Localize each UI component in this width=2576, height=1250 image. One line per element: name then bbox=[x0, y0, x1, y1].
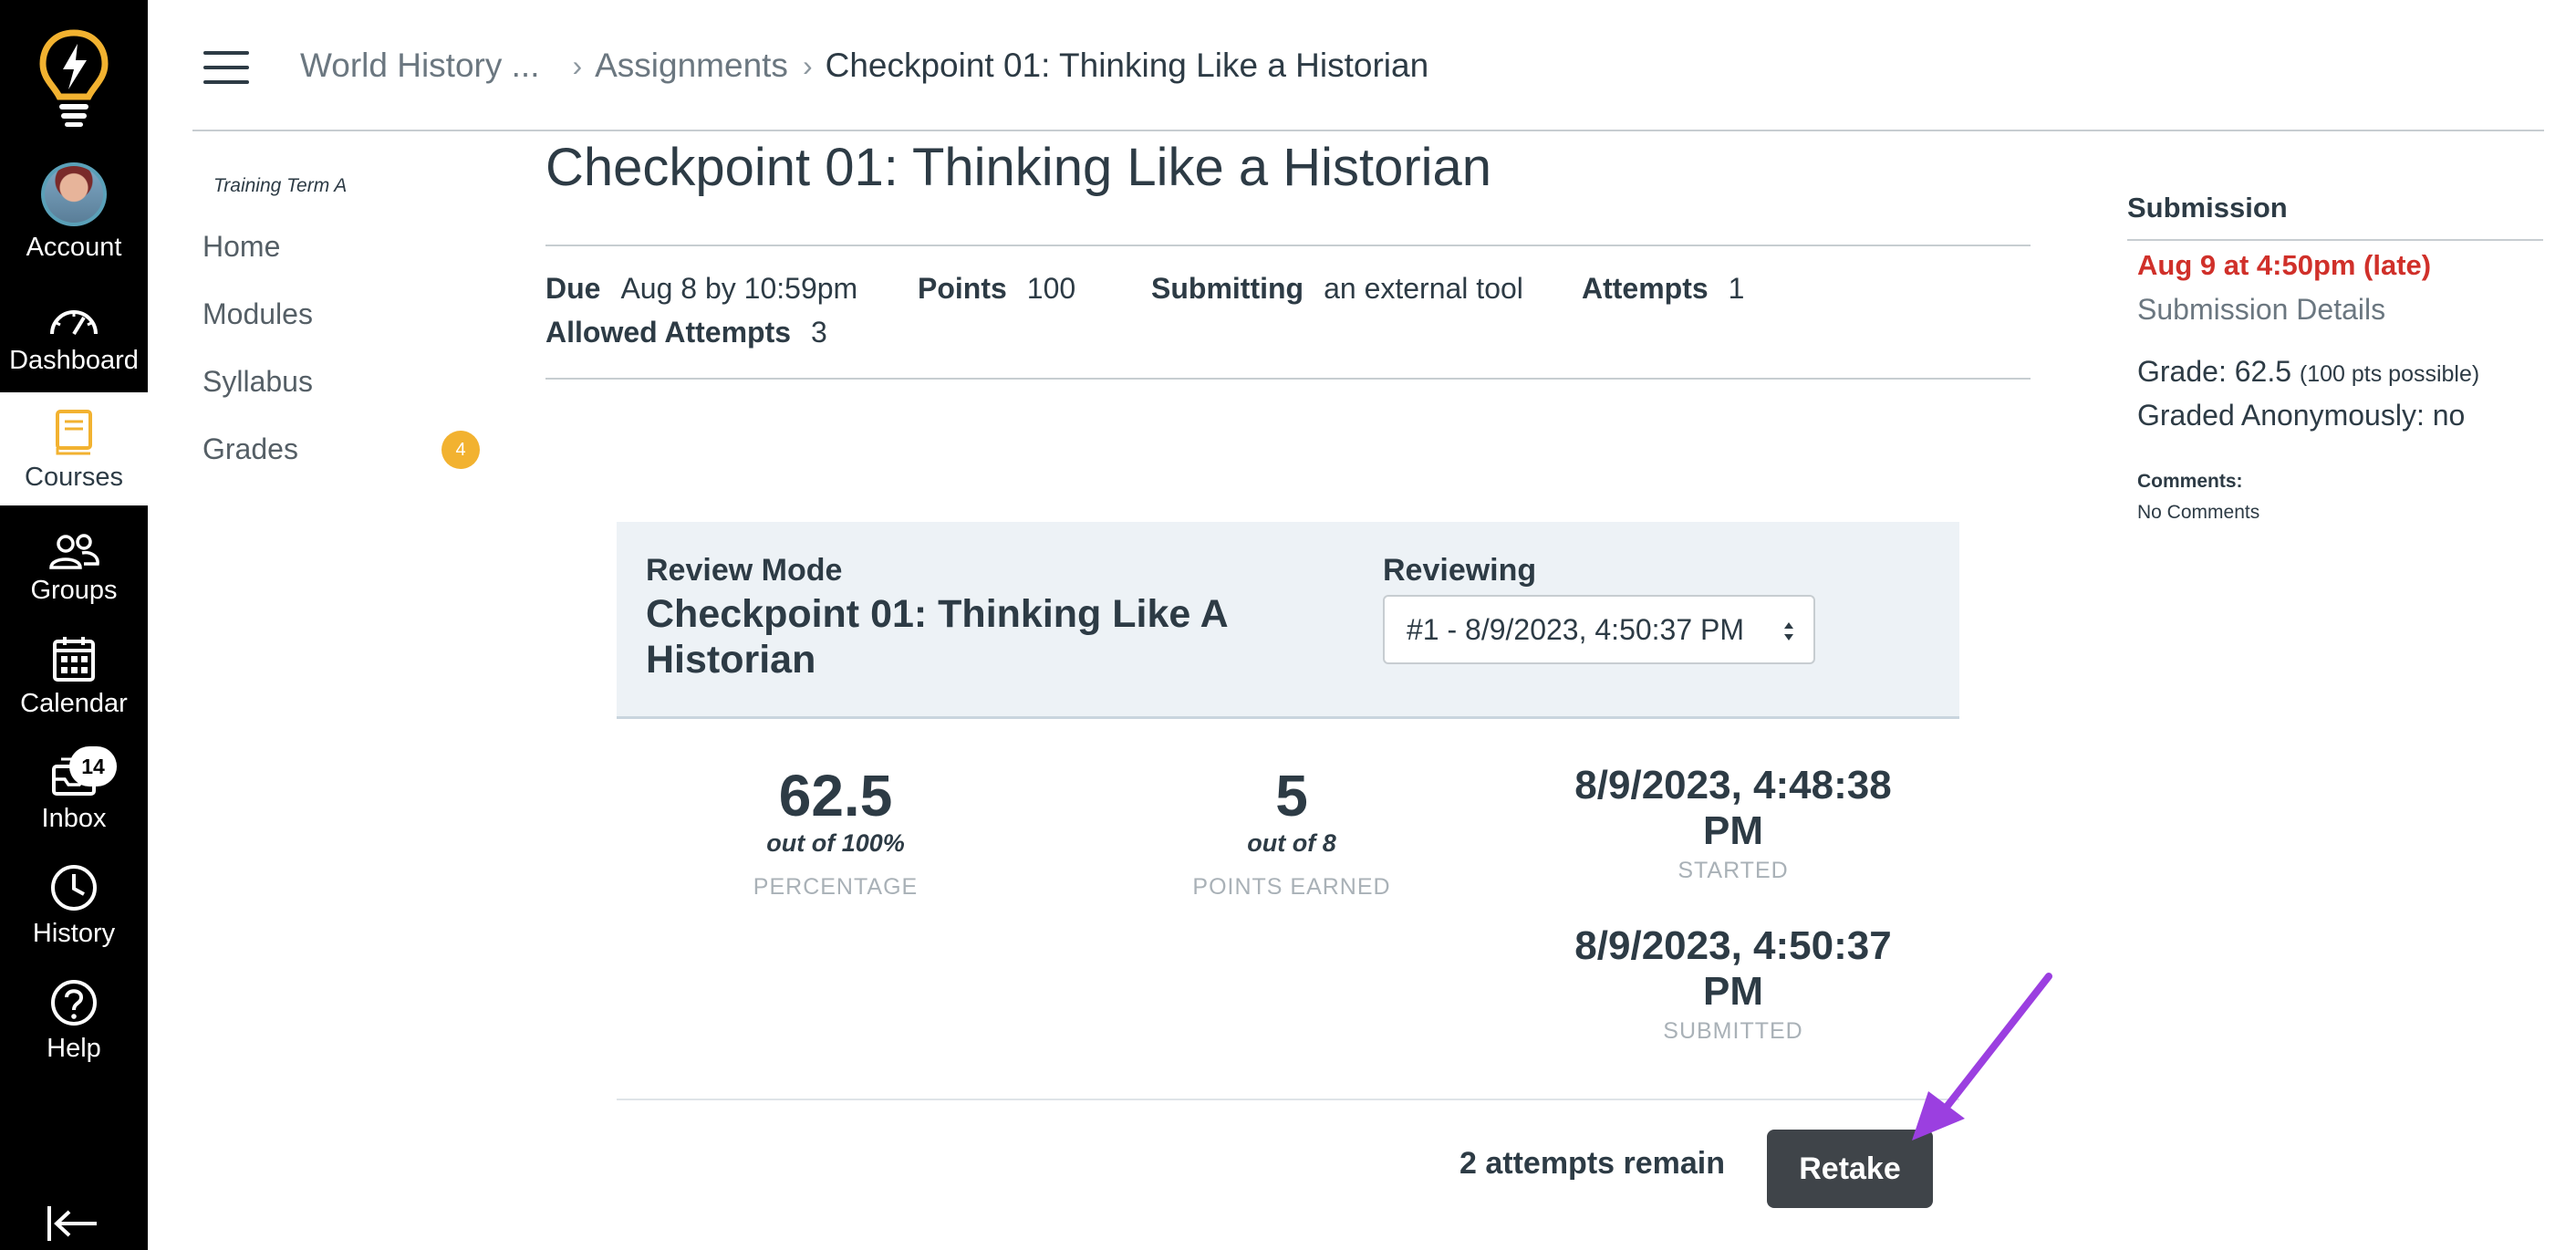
course-nav: Training Term A Home Modules Syllabus Gr… bbox=[203, 173, 494, 496]
history-icon bbox=[51, 865, 97, 911]
chevron-right-icon: › bbox=[572, 49, 583, 82]
nav-groups-label: Groups bbox=[30, 576, 118, 605]
points-label: Points bbox=[918, 272, 1007, 305]
nav-inbox[interactable]: Inbox bbox=[0, 734, 148, 847]
points-earned-sub: out of 8 bbox=[1247, 829, 1336, 857]
submitted-time-line1: 8/9/2023, 4:50:37 bbox=[1574, 923, 1892, 968]
allowed-attempts-label: Allowed Attempts bbox=[545, 316, 792, 349]
attempt-select-value: #1 - 8/9/2023, 4:50:37 PM bbox=[1407, 612, 1745, 646]
page-header: World History ... › Assignments › Checkp… bbox=[192, 0, 2544, 131]
card-footer-divider bbox=[617, 1099, 1959, 1100]
breadcrumb-course[interactable]: World History ... bbox=[300, 42, 539, 89]
comments-label: Comments: bbox=[2137, 471, 2243, 492]
course-nav-modules[interactable]: Modules bbox=[203, 294, 494, 361]
nav-groups[interactable]: Groups bbox=[0, 505, 148, 619]
calendar-icon bbox=[53, 637, 95, 682]
review-mode-label: Review Mode bbox=[646, 553, 843, 588]
due-row: Due Aug 8 by 10:59pm bbox=[545, 268, 857, 308]
nav-account[interactable]: Account bbox=[0, 162, 148, 276]
submitting-label: Submitting bbox=[1151, 272, 1304, 305]
page-title: Checkpoint 01: Thinking Like a Historian bbox=[545, 138, 1492, 197]
global-nav: Account Dashboard Courses Groups Calenda… bbox=[0, 0, 148, 1250]
submitted-stat: 8/9/2023, 4:50:37 PM SUBMITTED bbox=[1542, 923, 1925, 1045]
nav-calendar[interactable]: Calendar bbox=[0, 619, 148, 732]
due-value: Aug 8 by 10:59pm bbox=[620, 272, 858, 305]
points-earned-caption: POINTS EARNED bbox=[1192, 874, 1391, 900]
assignment-details: Due Aug 8 by 10:59pm Points 100 Submitting… bbox=[545, 245, 2031, 380]
started-time-line2: PM bbox=[1703, 808, 1763, 853]
breadcrumb-current: Checkpoint 01: Thinking Like a Historian bbox=[825, 47, 1429, 84]
graded-anonymously: Graded Anonymously: no bbox=[2137, 399, 2466, 432]
percentage-stat: 62.5 out of 100% PERCENTAGE bbox=[699, 763, 972, 901]
nav-help-label: Help bbox=[47, 1034, 101, 1063]
nav-history[interactable]: History bbox=[0, 849, 148, 962]
submitting-value: an external tool bbox=[1324, 272, 1523, 305]
attempt-select[interactable]: #1 - 8/9/2023, 4:50:37 PM bbox=[1383, 595, 1815, 664]
percentage-caption: PERCENTAGE bbox=[753, 874, 919, 900]
due-label: Due bbox=[545, 272, 601, 305]
points-earned-value: 5 bbox=[1275, 763, 1308, 828]
grade-value: Grade: 62.5 bbox=[2137, 355, 2291, 388]
course-nav-syllabus[interactable]: Syllabus bbox=[203, 361, 494, 429]
submission-title: Submission bbox=[2127, 192, 2288, 224]
grades-count-badge: 4 bbox=[441, 431, 480, 469]
course-nav-grades[interactable]: Grades 4 bbox=[203, 429, 494, 496]
attempts-row: Attempts 1 bbox=[1582, 268, 1744, 308]
nav-courses[interactable]: Courses bbox=[0, 392, 148, 505]
review-mode-header: Review Mode Checkpoint 01: Thinking Like… bbox=[617, 522, 1959, 719]
nav-account-label: Account bbox=[26, 233, 122, 262]
attempts-value: 1 bbox=[1728, 272, 1745, 305]
points-row: Points 100 bbox=[918, 268, 1075, 308]
annotation-arrow-icon bbox=[1912, 973, 2052, 1141]
percentage-sub: out of 100% bbox=[766, 829, 905, 857]
nav-dashboard[interactable]: Dashboard bbox=[0, 276, 148, 389]
submitted-caption: SUBMITTED bbox=[1663, 1018, 1803, 1044]
started-caption: STARTED bbox=[1678, 858, 1789, 883]
points-earned-stat: 5 out of 8 POINTS EARNED bbox=[1146, 763, 1438, 901]
breadcrumb: World History ... › Assignments › Checkp… bbox=[300, 42, 1428, 89]
avatar bbox=[41, 162, 107, 226]
courses-icon bbox=[56, 410, 92, 455]
nav-calendar-label: Calendar bbox=[20, 689, 128, 718]
groups-icon bbox=[49, 534, 99, 569]
submission-late-date: Aug 9 at 4:50pm (late) bbox=[2137, 249, 2432, 281]
started-time-line1: 8/9/2023, 4:48:38 bbox=[1574, 763, 1892, 807]
started-stat: 8/9/2023, 4:48:38 PM STARTED bbox=[1542, 763, 1925, 884]
nav-help[interactable]: Help bbox=[0, 964, 148, 1077]
course-nav-grades-label: Grades bbox=[203, 432, 298, 465]
help-icon bbox=[51, 980, 97, 1026]
submitted-time-line2: PM bbox=[1703, 969, 1763, 1014]
points-value: 100 bbox=[1026, 272, 1076, 305]
chevron-right-icon: › bbox=[802, 49, 813, 82]
allowed-attempts-row: Allowed Attempts 3 bbox=[545, 312, 827, 352]
nav-dashboard-label: Dashboard bbox=[9, 346, 139, 375]
collapse-nav-icon[interactable] bbox=[46, 1203, 100, 1245]
percentage-value: 62.5 bbox=[778, 763, 893, 828]
reviewing-label: Reviewing bbox=[1383, 553, 1537, 588]
hamburger-menu-icon[interactable] bbox=[203, 51, 249, 84]
submission-divider bbox=[2127, 239, 2543, 241]
nav-history-label: History bbox=[32, 919, 116, 948]
attempts-label: Attempts bbox=[1582, 272, 1709, 305]
comments-value: No Comments bbox=[2137, 502, 2260, 523]
select-arrows-icon bbox=[1784, 622, 1793, 641]
breadcrumb-assignments[interactable]: Assignments bbox=[595, 42, 788, 89]
dashboard-icon bbox=[50, 310, 98, 336]
submission-details-link[interactable]: Submission Details bbox=[2137, 290, 2385, 328]
submitting-row: Submitting an external tool bbox=[1151, 268, 1523, 308]
nav-inbox-label: Inbox bbox=[41, 804, 107, 833]
course-nav-home[interactable]: Home bbox=[203, 226, 494, 294]
submission-grade: Grade: 62.5 (100 pts possible) bbox=[2137, 352, 2479, 393]
grade-possible: (100 pts possible) bbox=[2299, 361, 2480, 387]
review-mode-title: Checkpoint 01: Thinking Like A Historian bbox=[646, 592, 1228, 682]
attempts-remain-text: 2 attempts remain bbox=[1459, 1146, 1725, 1181]
nav-courses-label: Courses bbox=[25, 463, 123, 492]
allowed-attempts-value: 3 bbox=[811, 316, 827, 349]
term-label: Training Term A bbox=[213, 175, 348, 196]
inbox-unread-badge: 14 bbox=[69, 746, 117, 786]
lightbulb-logo-icon[interactable] bbox=[37, 27, 110, 128]
